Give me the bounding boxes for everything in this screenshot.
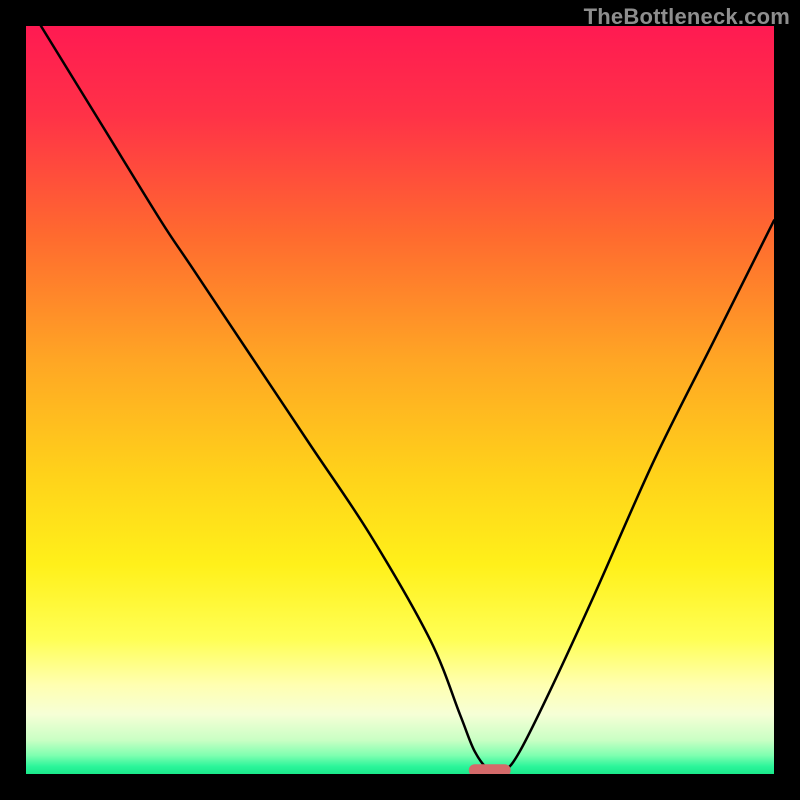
chart-frame: TheBottleneck.com bbox=[0, 0, 800, 800]
chart-svg bbox=[26, 26, 774, 774]
watermark-text: TheBottleneck.com bbox=[584, 4, 790, 30]
gradient-background bbox=[26, 26, 774, 774]
optimum-marker bbox=[469, 764, 511, 774]
plot-area bbox=[26, 26, 774, 774]
